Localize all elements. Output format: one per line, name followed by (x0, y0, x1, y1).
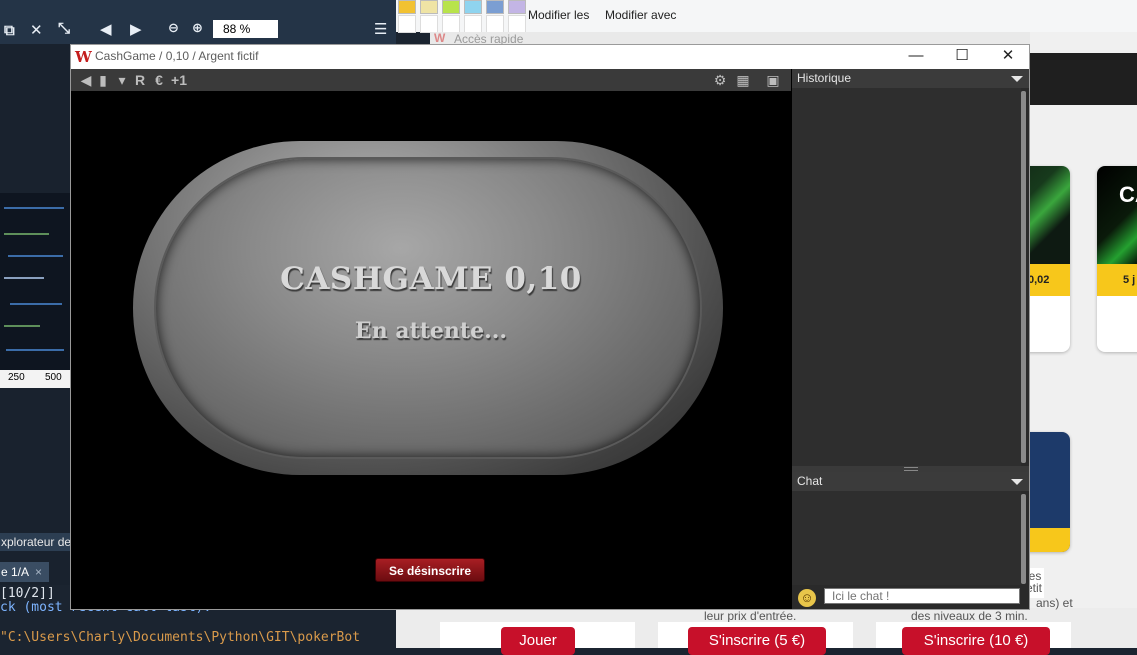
color-swatch[interactable] (508, 0, 526, 14)
back-icon[interactable]: ◀ (100, 20, 112, 38)
card-text: ans) et (1036, 596, 1073, 610)
maximize-button[interactable]: ☐ (939, 45, 985, 69)
megaphone-icon[interactable]: ◀ (77, 71, 95, 89)
chat-messages (792, 491, 1021, 585)
minimize-button[interactable]: — (893, 45, 939, 69)
thumbnail-axis: 250 500 (0, 370, 70, 388)
mask-icon[interactable]: ▾ (113, 71, 131, 89)
console-line: [10/2]] (0, 586, 55, 601)
table-status: En attente... (354, 318, 508, 344)
edit-paint3d-button[interactable]: Modifier avec (605, 8, 676, 22)
chat-label: Chat (797, 474, 823, 488)
history-panel (792, 88, 1021, 466)
card-text: des niveaux de 3 min. (911, 609, 1028, 623)
chat-input[interactable] (824, 588, 1020, 604)
history-header[interactable]: Historique (792, 69, 1029, 88)
axis-label: 250 (8, 372, 25, 383)
card-title: CA (1119, 182, 1137, 207)
color-swatch[interactable] (486, 0, 504, 14)
play-button[interactable]: Jouer (501, 627, 575, 655)
table-title: CASHGAME 0,10 (280, 261, 582, 297)
cashgame-window: W CashGame / 0,10 / Argent fictif — ☐ ✕ … (70, 44, 1030, 610)
settings-icon[interactable]: ⚙ (711, 71, 729, 89)
side-panel: Historique Chat ☺ (792, 69, 1029, 609)
history-label: Historique (797, 71, 852, 85)
color-swatch[interactable] (486, 15, 504, 33)
chat-input-row: ☺ (792, 585, 1029, 609)
replay-icon[interactable]: R (133, 71, 147, 89)
color-swatch[interactable] (398, 0, 416, 14)
collapse-icon[interactable]: ⤡ (58, 20, 70, 37)
emoji-icon[interactable]: ☺ (798, 589, 816, 607)
color-swatch[interactable] (398, 15, 416, 33)
chat-scrollbar[interactable] (1021, 494, 1026, 584)
chevron-down-icon[interactable] (1011, 76, 1023, 82)
close-button[interactable]: ✕ (985, 45, 1031, 69)
console-line: "C:\Users\Charly\Documents\Python\GIT\po… (0, 630, 361, 645)
unregister-button[interactable]: Se désinscrire (375, 558, 485, 582)
window-titlebar[interactable]: W CashGame / 0,10 / Argent fictif — ☐ ✕ (71, 45, 1029, 69)
register-5-button[interactable]: S'inscrire (5 €) (688, 627, 826, 655)
copy-icon[interactable]: ⧉ (4, 22, 15, 39)
table-toolbar: ◀ ▮ ▾ R € +1 ⚙ ▦ ▣ (71, 69, 791, 92)
color-swatch[interactable] (464, 15, 482, 33)
history-scrollbar[interactable] (1021, 91, 1026, 463)
axis-label: 500 (45, 372, 62, 383)
editor-tab-active[interactable]: e 1/A × (0, 562, 49, 582)
chat-header[interactable]: Chat (792, 472, 1029, 491)
explorer-tab[interactable]: xplorateur de v (0, 533, 71, 551)
tab-close-icon[interactable]: × (35, 565, 42, 579)
window-title: CashGame / 0,10 / Argent fictif (95, 49, 259, 63)
window-icon[interactable]: ▣ (760, 71, 786, 89)
app-logo-icon: W (434, 31, 446, 45)
poker-table-area: CASHGAME 0,10 En attente... Se désinscri… (71, 91, 791, 609)
website-header (1030, 53, 1137, 105)
table-felt (156, 159, 700, 457)
editor-thumbnail (0, 193, 70, 388)
color-swatch[interactable] (464, 0, 482, 14)
paint-ribbon (396, 0, 1137, 33)
forward-icon[interactable]: ▶ (130, 20, 142, 38)
card-badge: 5 j (1097, 264, 1137, 296)
zoom-out-icon[interactable]: ⊖ (168, 20, 179, 36)
zoom-in-icon[interactable]: ⊕ (192, 20, 203, 36)
editor-toolbar: ⧉ ✕ ⤡ ◀ ▶ ⊖ ⊕ 88 % ☰ (0, 0, 396, 44)
close-icon[interactable]: ✕ (30, 21, 43, 39)
plus-one-icon[interactable]: +1 (170, 71, 188, 89)
menu-icon[interactable]: ☰ (374, 20, 387, 38)
color-swatch[interactable] (442, 0, 460, 14)
color-swatch[interactable] (508, 15, 526, 33)
tournament-card[interactable]: CA 5 j (1097, 166, 1137, 352)
color-swatch[interactable] (420, 0, 438, 14)
register-10-button[interactable]: S'inscrire (10 €) (902, 627, 1050, 655)
cashier-icon[interactable]: € (151, 71, 167, 89)
zoom-field[interactable]: 88 % (213, 20, 278, 38)
background-window-acces-rapide: W Accès rapide (430, 31, 1030, 46)
chevron-down-icon[interactable] (1011, 479, 1023, 485)
stats-icon[interactable]: ▮ (95, 71, 111, 89)
app-logo-icon: W (75, 48, 92, 66)
splitter-grip-icon[interactable] (904, 467, 918, 471)
edit-colors-button[interactable]: Modifier les (528, 8, 589, 22)
layout-icon[interactable]: ▦ (732, 71, 754, 89)
editor-tab-label: e 1/A (1, 565, 30, 579)
card-image (1097, 166, 1137, 264)
card-text: leur prix d'entrée. (704, 609, 797, 623)
